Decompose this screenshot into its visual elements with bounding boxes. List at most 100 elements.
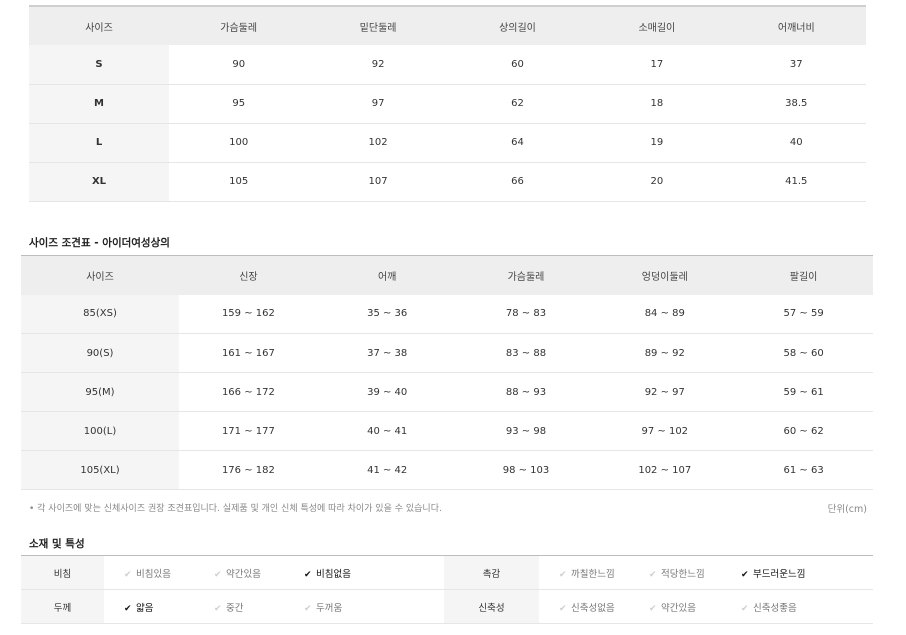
table-cell: 39 ~ 40 — [317, 372, 457, 412]
table-cell: 176 ~ 182 — [179, 450, 318, 490]
material-section-title: 소재 및 특성 — [29, 538, 85, 550]
table-cell: 88 ~ 93 — [456, 372, 596, 412]
option-stretch-good: ✔ 신축성좋음 — [721, 589, 873, 624]
table-cell: 92 ~ 97 — [595, 372, 735, 412]
attribute-label: 두께 — [21, 589, 104, 624]
table-cell: 17 — [587, 45, 727, 85]
table-cell: M — [29, 84, 169, 124]
option-label: 두꺼움 — [316, 602, 343, 614]
table-cell: 61 ~ 63 — [734, 450, 873, 490]
option-label: 약간있음 — [661, 602, 696, 614]
table-cell: 105 — [169, 162, 309, 202]
table-cell: 107 — [308, 162, 448, 202]
table-row: 105(XL) 176 ~ 182 41 ~ 42 98 ~ 103 102 ~… — [21, 450, 873, 490]
body-size-table-title: 사이즈 조견표 - 아이더여성상의 — [29, 237, 170, 249]
table-row: 100(L) 171 ~ 177 40 ~ 41 93 ~ 98 97 ~ 10… — [21, 411, 873, 451]
check-icon: ✔ — [124, 569, 132, 580]
option-label: 비침있음 — [136, 568, 171, 580]
table-cell: 78 ~ 83 — [456, 294, 596, 334]
table-cell: S — [29, 45, 169, 85]
table-row: M 95 97 62 18 38.5 — [29, 84, 866, 124]
table-cell: 59 ~ 61 — [734, 372, 873, 412]
table-cell: 41.5 — [726, 162, 866, 202]
body-size-guide-table: 사이즈 신장 어깨 가슴둘레 엉덩이둘레 팔길이 85(XS) 159 ~ 16… — [21, 255, 873, 490]
option-label: 얇음 — [136, 602, 154, 614]
table-header-row: 사이즈 신장 어깨 가슴둘레 엉덩이둘레 팔길이 — [21, 255, 873, 295]
table-cell: 35 ~ 36 — [317, 294, 457, 334]
table-cell: 64 — [447, 123, 588, 163]
table-cell: 37 ~ 38 — [317, 333, 457, 373]
column-header: 가슴둘레 — [169, 5, 309, 45]
check-icon: ✔ — [304, 603, 312, 614]
option-texture-rough: ✔ 까칠한느낌 — [539, 556, 629, 590]
table-cell: 97 — [308, 84, 448, 124]
option-thickness-thick: ✔ 두꺼움 — [284, 589, 444, 624]
check-icon: ✔ — [214, 603, 222, 614]
attribute-label: 신축성 — [444, 589, 539, 624]
table-row: L 100 102 64 19 40 — [29, 123, 866, 163]
table-row: S 90 92 60 17 37 — [29, 45, 866, 85]
material-characteristics-table: 비침 ✔ 비침있음 ✔ 약간있음 ✔ 비침없음 촉감 ✔ 까칠한느낌 ✔ 적당한느낌 ✔ 부… — [21, 555, 873, 624]
table-cell: 60 — [447, 45, 588, 85]
option-label: 비침없음 — [316, 568, 351, 580]
option-thickness-thin: ✔ 얇음 — [104, 589, 194, 624]
table-cell: 20 — [587, 162, 727, 202]
table-row: 95(M) 166 ~ 172 39 ~ 40 88 ~ 93 92 ~ 97 … — [21, 372, 873, 412]
table-cell: 159 ~ 162 — [179, 294, 318, 334]
option-label: 부드러운느낌 — [753, 568, 806, 580]
option-label: 신축성좋음 — [753, 602, 797, 614]
option-label: 까칠한느낌 — [571, 568, 615, 580]
table-row: XL 105 107 66 20 41.5 — [29, 162, 866, 202]
attribute-label: 비침 — [21, 555, 104, 590]
table-cell: 83 ~ 88 — [456, 333, 596, 373]
option-stretch-none: ✔ 신축성없음 — [539, 589, 629, 624]
column-header: 사이즈 — [29, 5, 169, 45]
table-cell: 100 — [169, 123, 309, 163]
option-thickness-medium: ✔ 중간 — [194, 589, 284, 624]
table-row: 85(XS) 159 ~ 162 35 ~ 36 78 ~ 83 84 ~ 89… — [21, 294, 873, 334]
table-header-row: 사이즈 가슴둘레 밑단둘레 상의길이 소매길이 어깨너비 — [29, 5, 866, 45]
option-texture-soft: ✔ 부드러운느낌 — [721, 556, 873, 590]
table-cell: 100(L) — [21, 411, 179, 451]
table-cell: 18 — [587, 84, 727, 124]
option-label: 약간있음 — [226, 568, 261, 580]
table-cell: 90(S) — [21, 333, 179, 373]
table-cell: 38.5 — [726, 84, 866, 124]
table-cell: 90 — [169, 45, 309, 85]
table-cell: XL — [29, 162, 169, 202]
table-row: 90(S) 161 ~ 167 37 ~ 38 83 ~ 88 89 ~ 92 … — [21, 333, 873, 373]
check-icon: ✔ — [649, 569, 657, 580]
table-cell: 105(XL) — [21, 450, 179, 490]
option-texture-moderate: ✔ 적당한느낌 — [629, 556, 721, 590]
attribute-label: 촉감 — [444, 555, 539, 590]
column-header: 밑단둘레 — [308, 5, 448, 45]
table-cell: 93 ~ 98 — [456, 411, 596, 451]
size-guide-note: • 각 사이즈에 맞는 신체사이즈 권장 조견표입니다. 실제품 및 개인 신체… — [29, 504, 442, 514]
option-sheer-yes: ✔ 비침있음 — [104, 556, 194, 590]
column-header: 어깨 — [317, 255, 457, 295]
option-stretch-slight: ✔ 약간있음 — [629, 589, 721, 624]
column-header: 가슴둘레 — [456, 255, 596, 295]
unit-label: 단위(cm) — [827, 504, 867, 515]
table-cell: 60 ~ 62 — [734, 411, 873, 451]
option-label: 중간 — [226, 602, 244, 614]
table-cell: 19 — [587, 123, 727, 163]
check-icon: ✔ — [649, 603, 657, 614]
check-icon: ✔ — [741, 569, 749, 580]
check-icon: ✔ — [559, 603, 567, 614]
column-header: 엉덩이둘레 — [595, 255, 735, 295]
option-label: 신축성없음 — [571, 602, 615, 614]
table-cell: 40 ~ 41 — [317, 411, 457, 451]
table-cell: 66 — [447, 162, 588, 202]
column-header: 소매길이 — [587, 5, 727, 45]
table-cell: 62 — [447, 84, 588, 124]
check-icon: ✔ — [124, 603, 132, 614]
table-cell: 171 ~ 177 — [179, 411, 318, 451]
option-sheer-slight: ✔ 약간있음 — [194, 556, 284, 590]
table-cell: 98 ~ 103 — [456, 450, 596, 490]
table-cell: 166 ~ 172 — [179, 372, 318, 412]
table-cell: 41 ~ 42 — [317, 450, 457, 490]
table-cell: 95 — [169, 84, 309, 124]
column-header: 상의길이 — [447, 5, 588, 45]
option-label: 적당한느낌 — [661, 568, 705, 580]
